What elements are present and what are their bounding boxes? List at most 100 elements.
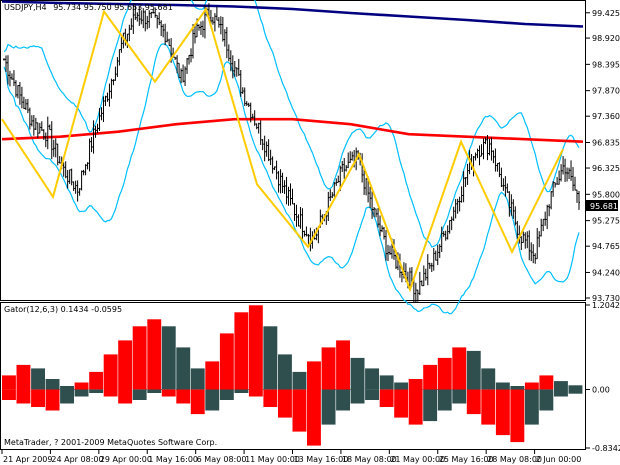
gator-upper-bar <box>336 340 350 390</box>
gator-upper-bar <box>394 382 409 390</box>
gator-upper-bar <box>147 319 162 390</box>
gator-upper-bar <box>74 382 89 390</box>
gator-lower-bar <box>103 389 118 397</box>
gator-tick-label: 0.00 <box>592 385 610 394</box>
price-tick-label: 98.920 <box>592 34 620 43</box>
gator-upper-bar <box>510 386 525 390</box>
time-tick-label: 29 Apr 00:00 <box>100 455 152 464</box>
gator-lower-bar <box>118 389 133 404</box>
gator-upper-bar <box>321 347 336 390</box>
gator-lower-bar <box>307 389 321 446</box>
gator-lower-bar <box>321 389 336 425</box>
price-tick-label: 94.765 <box>592 242 620 251</box>
gator-lower-bar <box>176 389 191 404</box>
gator-lower-bar <box>205 389 220 411</box>
time-tick-label: 1 May 16:00 <box>148 455 198 464</box>
gator-lower-bar <box>437 389 452 411</box>
gator-lower-bar <box>336 389 350 411</box>
gator-upper-bar <box>452 347 467 390</box>
gator-upper-bar <box>60 386 74 390</box>
gator-lower-bar <box>539 389 554 411</box>
price-axis: 99.425 98.920 98.395 97.870 97.360 96.835 96.3… <box>586 9 620 303</box>
gator-upper-bar <box>16 364 31 390</box>
gator-axis: 1.2042 0.00 -0.8342 <box>586 301 620 453</box>
gator-upper-bar <box>481 368 496 390</box>
time-tick-label: 24 Apr 08:00 <box>51 455 103 464</box>
gator-lower-bar <box>219 389 234 400</box>
gator-upper-bar <box>103 354 118 390</box>
gator-upper-bar <box>132 326 147 390</box>
gator-lower-bar <box>554 389 568 397</box>
gator-upper-bar <box>350 357 365 390</box>
price-tick-label: 96.835 <box>592 138 620 147</box>
time-tick-label: 11 May 00:00 <box>245 455 300 464</box>
gator-lower-bar <box>408 389 423 425</box>
gator-lower-bar <box>31 389 45 407</box>
gator-upper-bar <box>263 326 278 390</box>
gator-lower-bar <box>263 389 278 407</box>
gator-upper-bar <box>554 381 568 390</box>
gator-lower-bar <box>423 389 438 422</box>
gator-lower-bar <box>466 389 481 415</box>
gator-lower-bar <box>248 389 263 397</box>
gator-upper-bar <box>219 333 234 390</box>
price-tick-label: 97.870 <box>592 87 620 96</box>
price-tick-label: 95.800 <box>592 190 620 199</box>
gator-upper-bar <box>176 347 191 390</box>
gator-tick-label: 1.2042 <box>592 301 620 310</box>
gator-upper-bar <box>31 368 45 390</box>
gator-upper-bar <box>234 312 249 390</box>
gator-tick-label: -0.8342 <box>592 444 620 453</box>
gator-upper-bar <box>408 379 423 390</box>
gator-lower-bar <box>481 389 496 425</box>
chart-title: USDJPY,H4 95.734 95.750 95.653 95.681 <box>4 3 173 12</box>
gator-lower-bar <box>524 389 539 425</box>
gator-lower-bar <box>161 389 176 397</box>
price-panel-frame <box>0 0 586 301</box>
gator-lower-bar <box>379 389 394 407</box>
gator-lower-bar <box>190 389 205 415</box>
time-tick-label: 21 May 00:00 <box>390 455 445 464</box>
gator-upper-bar <box>45 379 60 390</box>
gator-upper-bar <box>292 371 307 390</box>
gator-upper-bar <box>568 385 583 390</box>
gator-upper-bar <box>423 364 438 390</box>
price-tick-label: 98.395 <box>592 60 620 69</box>
gator-upper-bar <box>118 340 133 390</box>
time-tick-label: 21 Apr 2009 <box>3 455 52 464</box>
price-tick-label: 97.360 <box>592 112 620 121</box>
gator-lower-bar <box>495 389 510 436</box>
gator-upper-bar <box>524 382 539 390</box>
gator-lower-bar <box>292 389 307 432</box>
gator-title: Gator(12,6,3) 0.1434 -0.0595 <box>4 305 122 314</box>
gator-upper-bar <box>466 350 481 390</box>
time-tick-label: 6 May 08:00 <box>197 455 247 464</box>
gator-lower-bar <box>89 389 104 393</box>
time-tick-label: 25 May 16:00 <box>439 455 494 464</box>
gator-lower-bar <box>350 389 365 404</box>
gator-upper-bar <box>495 382 510 390</box>
time-tick-label: 2 Jun 00:00 <box>536 455 582 464</box>
gator-lower-bar <box>45 389 60 411</box>
time-tick-label: 18 May 08:00 <box>342 455 397 464</box>
mt4-chart-window[interactable]: 99.425 98.920 98.395 97.870 97.360 96.835 96.3… <box>0 0 620 465</box>
price-tick-label: 95.275 <box>592 217 620 226</box>
gator-upper-bar <box>307 361 321 390</box>
time-axis: 21 Apr 200924 Apr 08:0029 Apr 00:001 May… <box>1 450 582 464</box>
gator-upper-bar <box>205 361 220 390</box>
gator-upper-bar <box>248 305 263 390</box>
chart-canvas[interactable]: 99.425 98.920 98.395 97.870 97.360 96.835 96.3… <box>0 0 620 465</box>
time-tick-label: 28 May 08:00 <box>487 455 542 464</box>
price-tick-label: 94.240 <box>592 268 620 277</box>
gator-upper-bar <box>161 326 176 390</box>
gator-lower-bar <box>74 389 89 397</box>
time-tick-label: 13 May 16:00 <box>294 455 349 464</box>
gator-upper-bar <box>365 368 379 390</box>
gator-upper-bar <box>2 375 16 390</box>
gator-lower-bar <box>234 389 249 393</box>
gator-lower-bar <box>16 389 31 404</box>
gator-lower-bar <box>132 389 147 400</box>
gator-upper-bar <box>190 368 205 390</box>
current-price-label: 95.681 <box>590 202 618 211</box>
price-tick-label: 99.425 <box>592 9 620 18</box>
